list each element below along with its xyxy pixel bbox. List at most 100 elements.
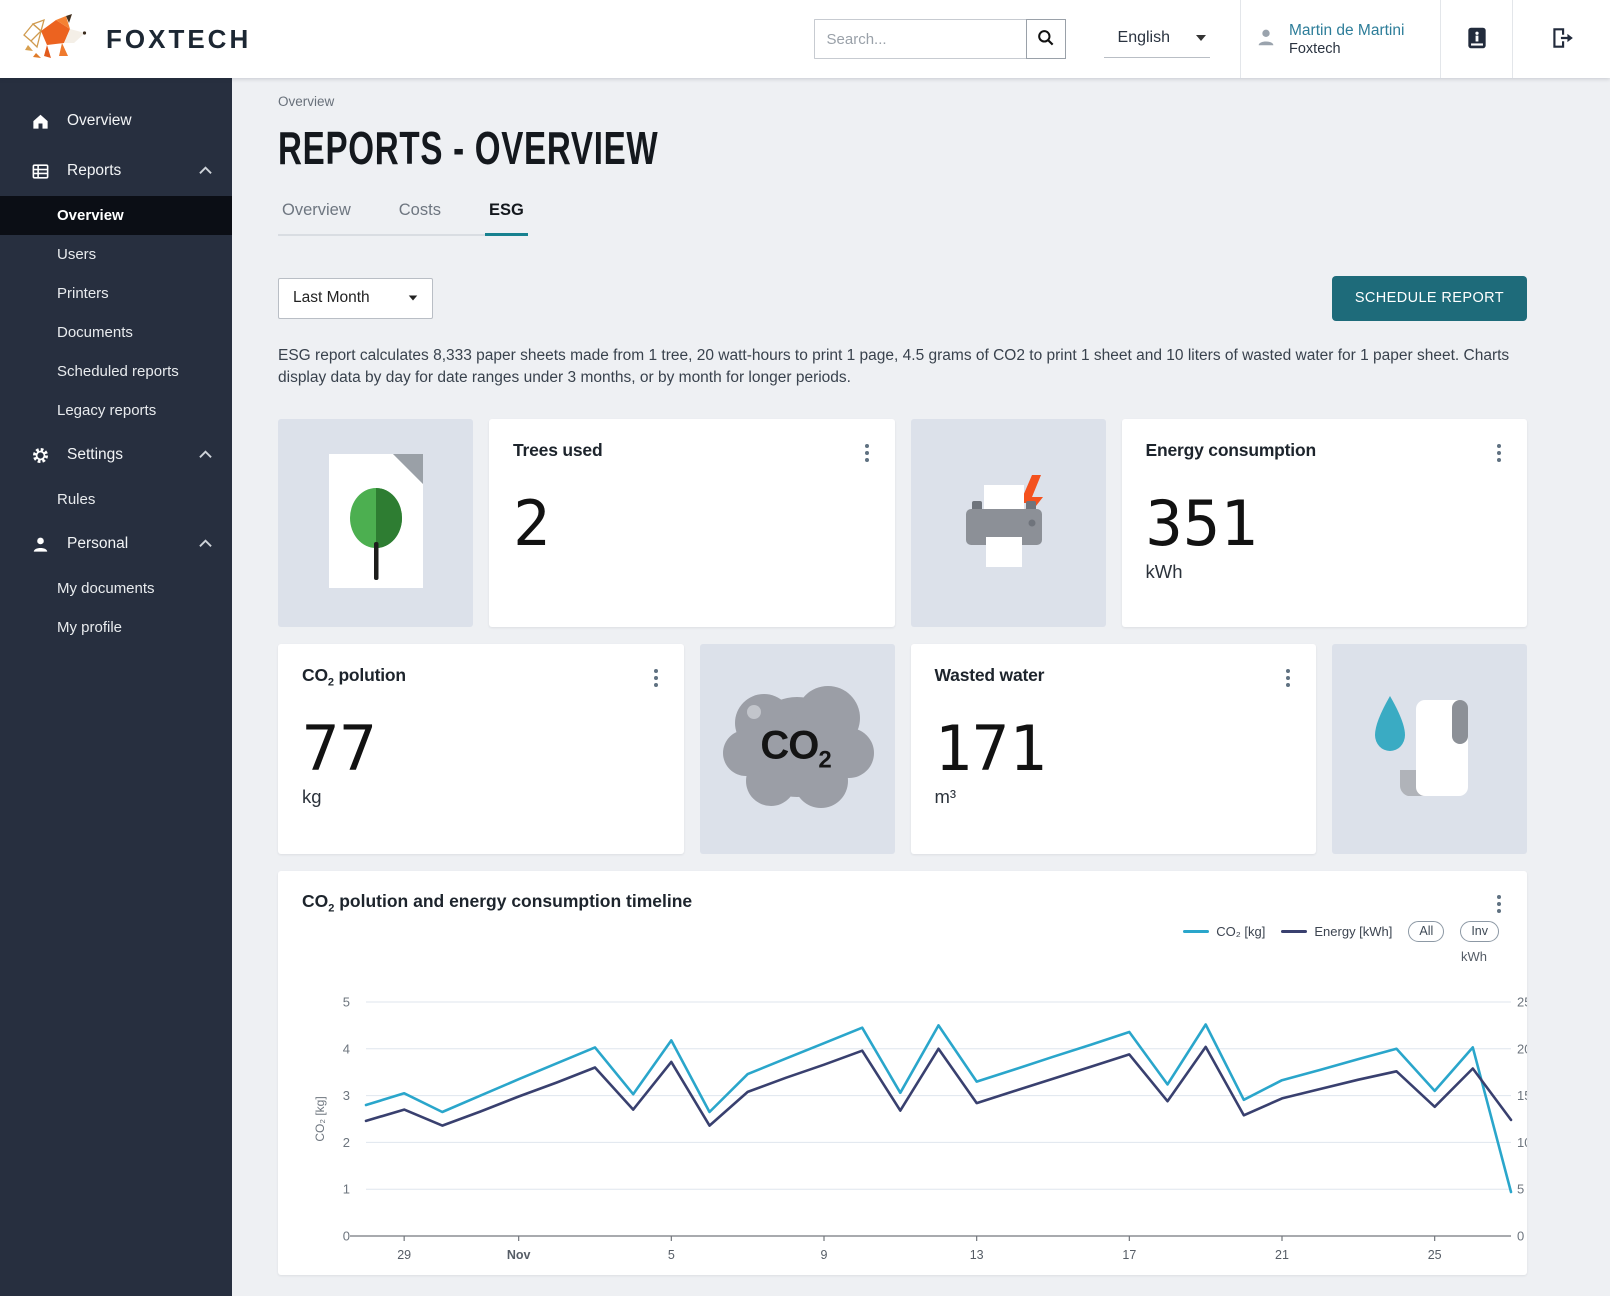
svg-text:5: 5 — [343, 995, 350, 1010]
svg-text:3: 3 — [343, 1089, 350, 1104]
sidebar-subitem-printers[interactable]: Printers — [0, 274, 232, 313]
sidebar-item-label: Personal — [67, 535, 128, 553]
co2-cloud-text: CO2 — [760, 724, 830, 775]
sidebar-subitem-reports-overview[interactable]: Overview — [0, 196, 232, 235]
filter-all-button[interactable]: All — [1408, 921, 1444, 942]
wasted-water-card: Wasted water 171 m³ — [911, 644, 1317, 854]
sidebar-item-reports[interactable]: Reports — [0, 146, 232, 196]
filter-inv-button[interactable]: Inv — [1460, 921, 1499, 942]
tab-overview[interactable]: Overview — [278, 201, 355, 234]
tree-illustration-card — [278, 419, 473, 627]
breadcrumb: Overview — [278, 94, 1527, 109]
sidebar-item-label: Reports — [67, 162, 121, 180]
foxtech-logo[interactable]: FOXTECH — [0, 12, 420, 67]
svg-text:1: 1 — [343, 1182, 350, 1197]
svg-text:13: 13 — [970, 1248, 984, 1262]
sidebar-item-label: Settings — [67, 446, 123, 464]
esg-timeline-plot: 012345051015202529Nov5913172125CO₂ [kg] — [278, 963, 1527, 1273]
right-axis-title: kWh — [1461, 949, 1487, 964]
chevron-down-icon — [1196, 35, 1206, 41]
tab-costs[interactable]: Costs — [395, 201, 445, 234]
sidebar-subitem-scheduled-reports[interactable]: Scheduled reports — [0, 352, 232, 391]
svg-text:9: 9 — [821, 1248, 828, 1262]
energy-consumption-card: Energy consumption 351 kWh — [1122, 419, 1528, 627]
svg-text:CO₂ [kg]: CO₂ [kg] — [313, 1097, 327, 1142]
kebab-icon — [1497, 450, 1501, 465]
search — [814, 0, 1066, 78]
card-menu-button[interactable] — [1284, 665, 1292, 694]
card-menu-button[interactable] — [1495, 440, 1503, 469]
fox-logo-icon — [20, 12, 96, 67]
svg-text:Nov: Nov — [507, 1248, 531, 1262]
sidebar-subitem-rules[interactable]: Rules — [0, 480, 232, 519]
chart-menu-button[interactable] — [1495, 891, 1503, 920]
legend-item-energy[interactable]: Energy [kWh] — [1281, 924, 1392, 939]
logout-button[interactable] — [1549, 25, 1575, 54]
energy-consumption-value: 351 — [1146, 493, 1504, 555]
svg-text:0: 0 — [1517, 1229, 1524, 1244]
svg-text:21: 21 — [1275, 1248, 1289, 1262]
svg-text:0: 0 — [343, 1229, 350, 1244]
svg-text:15: 15 — [1517, 1089, 1527, 1104]
svg-text:5: 5 — [1517, 1182, 1524, 1197]
main-content: Overview REPORTS - OVERVIEW Overview Cos… — [232, 78, 1610, 1296]
sidebar-subitem-legacy-reports[interactable]: Legacy reports — [0, 391, 232, 430]
sidebar-item-overview[interactable]: Overview — [0, 96, 232, 146]
chevron-down-icon — [409, 295, 418, 300]
sidebar-subitem-my-documents[interactable]: My documents — [0, 569, 232, 608]
card-menu-button[interactable] — [863, 440, 871, 469]
kebab-icon — [1497, 901, 1501, 916]
sidebar-item-personal[interactable]: Personal — [0, 519, 232, 569]
kebab-icon — [1286, 675, 1290, 690]
chevron-up-icon — [199, 162, 212, 180]
legend-line-swatch — [1183, 930, 1209, 933]
brand-text: FOXTECH — [106, 24, 251, 55]
page-title: REPORTS - OVERVIEW — [278, 121, 658, 175]
tab-esg[interactable]: ESG — [485, 201, 528, 236]
printer-illustration-card — [911, 419, 1106, 627]
wasted-water-value: 171 — [935, 718, 1293, 780]
chart-legend: CO₂ [kg] Energy [kWh] All Inv — [1183, 921, 1499, 942]
manual-button[interactable] — [1464, 25, 1490, 54]
user-org: Foxtech — [1289, 41, 1404, 57]
language-select[interactable]: English — [1104, 21, 1210, 58]
co2-illustration-card: CO2 — [700, 644, 895, 854]
date-range-select[interactable]: Last Month — [278, 278, 433, 319]
card-title: Trees used — [513, 440, 602, 461]
date-range-value: Last Month — [293, 289, 370, 307]
gear-icon — [30, 446, 50, 465]
language-value: English — [1118, 29, 1170, 47]
trees-used-value: 2 — [513, 493, 871, 555]
reports-table-icon — [30, 162, 50, 181]
wasted-water-unit: m³ — [935, 786, 1293, 808]
sidebar: Overview Reports Overview Users Printers… — [0, 78, 232, 1296]
sidebar-item-settings[interactable]: Settings — [0, 430, 232, 480]
manual-book-icon — [1464, 39, 1490, 54]
water-drop-paper-illustration — [1360, 682, 1500, 817]
esg-timeline-card: CO2 polution and energy consumption time… — [278, 871, 1527, 1275]
schedule-report-button[interactable]: SCHEDULE REPORT — [1332, 276, 1527, 321]
tree-on-paper-illustration — [321, 446, 431, 601]
sidebar-subitem-users[interactable]: Users — [0, 235, 232, 274]
search-input[interactable] — [814, 19, 1026, 59]
energy-consumption-unit: kWh — [1146, 561, 1504, 583]
legend-item-co2[interactable]: CO₂ [kg] — [1183, 924, 1265, 939]
legend-line-swatch — [1281, 930, 1307, 933]
home-icon — [30, 112, 50, 131]
svg-text:17: 17 — [1122, 1248, 1136, 1262]
card-menu-button[interactable] — [652, 665, 660, 694]
co2-polution-card: CO2 polution 77 kg — [278, 644, 684, 854]
sidebar-subitem-my-profile[interactable]: My profile — [0, 608, 232, 647]
sidebar-item-label: Overview — [67, 112, 132, 130]
sidebar-subitem-documents[interactable]: Documents — [0, 313, 232, 352]
chevron-up-icon — [199, 446, 212, 464]
trees-used-card: Trees used 2 — [489, 419, 895, 627]
logout-icon — [1549, 39, 1575, 54]
printer-energy-illustration — [948, 461, 1068, 586]
svg-text:29: 29 — [397, 1248, 411, 1262]
co2-polution-value: 77 — [302, 718, 660, 780]
svg-text:4: 4 — [343, 1042, 350, 1057]
user-menu[interactable]: Martin de Martini Foxtech — [1240, 0, 1440, 78]
search-button[interactable] — [1026, 19, 1066, 59]
svg-text:10: 10 — [1517, 1135, 1527, 1150]
